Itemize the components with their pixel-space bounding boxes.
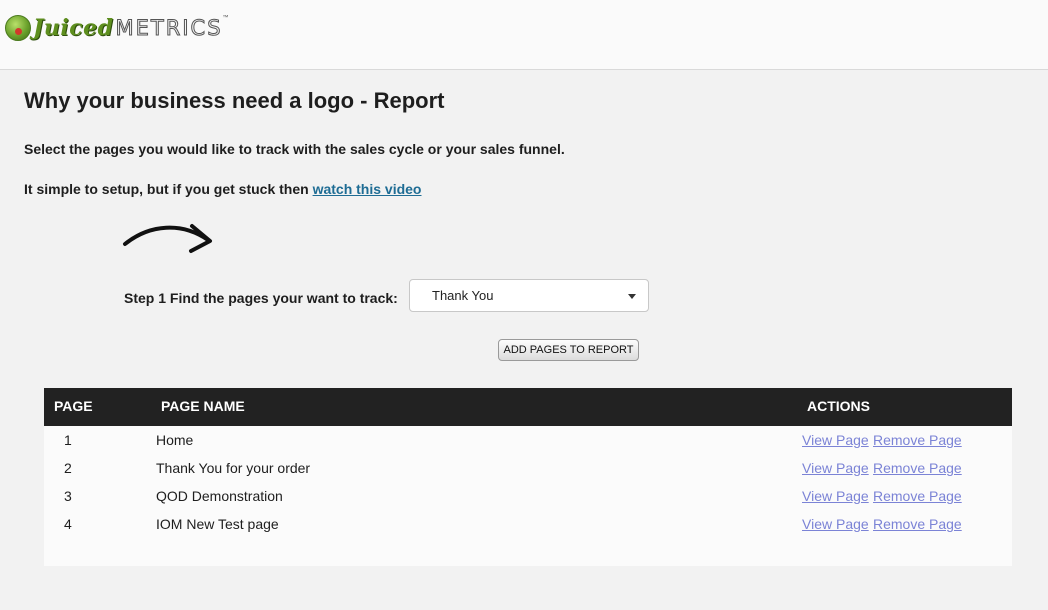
select-value: Thank You (432, 288, 494, 303)
header-page: PAGE (54, 398, 93, 414)
logo-text-juiced: Juiced (33, 15, 114, 41)
header-actions: ACTIONS (807, 398, 870, 414)
pages-table: PAGE PAGE NAME ACTIONS 1 Home View Page … (44, 388, 1012, 566)
logo-badge-icon (5, 15, 31, 41)
table-row: 2 Thank You for your order View Page Rem… (44, 454, 1012, 482)
row-page-name: IOM New Test page (156, 516, 279, 532)
page-title: Why your business need a logo - Report (24, 88, 445, 113)
table-row: 3 QOD Demonstration View Page Remove Pag… (44, 482, 1012, 510)
remove-page-link[interactable]: Remove Page (873, 516, 962, 532)
brand-logo[interactable]: Juiced METRICS ™ (5, 13, 229, 43)
table-header: PAGE PAGE NAME ACTIONS (44, 388, 1012, 426)
view-page-link[interactable]: View Page (802, 516, 869, 532)
step-1-label: Step 1 Find the pages your want to track… (124, 290, 398, 306)
logo-text-metrics: METRICS (115, 16, 223, 41)
row-page-name: QOD Demonstration (156, 488, 283, 504)
view-page-link[interactable]: View Page (802, 460, 869, 476)
row-number: 4 (64, 516, 72, 532)
row-number: 1 (64, 432, 72, 448)
app-header: Juiced METRICS ™ (0, 0, 1048, 70)
row-number: 3 (64, 488, 72, 504)
remove-page-link[interactable]: Remove Page (873, 488, 962, 504)
chevron-down-icon (628, 294, 636, 299)
setup-text: It simple to setup, but if you get stuck… (24, 181, 422, 197)
curved-arrow-icon (123, 224, 212, 253)
view-page-link[interactable]: View Page (802, 432, 869, 448)
header-page-name: PAGE NAME (161, 398, 245, 414)
row-number: 2 (64, 460, 72, 476)
view-page-link[interactable]: View Page (802, 488, 869, 504)
page-select-dropdown[interactable]: Thank You (409, 279, 649, 312)
remove-page-link[interactable]: Remove Page (873, 460, 962, 476)
add-pages-button[interactable]: ADD PAGES TO REPORT (498, 339, 639, 361)
watch-video-link[interactable]: watch this video (313, 181, 422, 197)
table-row: 4 IOM New Test page View Page Remove Pag… (44, 510, 1012, 538)
row-page-name: Thank You for your order (156, 460, 311, 476)
row-page-name: Home (156, 432, 194, 448)
setup-text-label: It simple to setup, but if you get stuck… (24, 181, 313, 197)
instruction-text: Select the pages you would like to track… (24, 141, 565, 157)
logo-trademark: ™ (222, 15, 229, 21)
table-row: 1 Home View Page Remove Page (44, 426, 1012, 454)
remove-page-link[interactable]: Remove Page (873, 432, 962, 448)
